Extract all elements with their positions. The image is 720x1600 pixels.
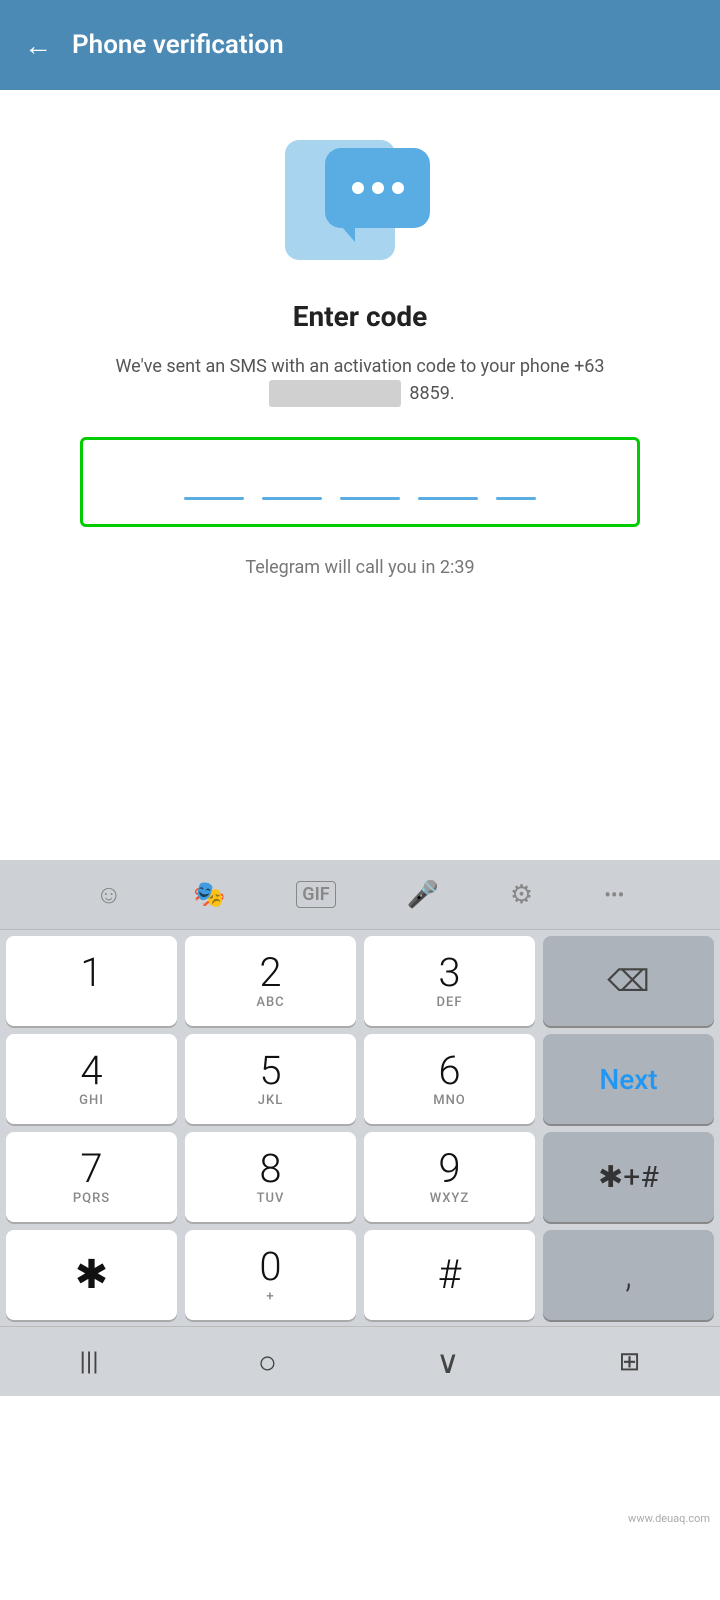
key-0-sub: + <box>266 1289 274 1304</box>
page-title: Phone verification <box>72 30 284 60</box>
keyboard-top-bar: ☺ 🎭 GIF 🎤 ⚙ ••• <box>0 860 720 930</box>
key-4-sub: GHI <box>79 1093 104 1108</box>
key-2[interactable]: 2 ABC <box>185 936 356 1026</box>
key-row-3: 7 PQRS 8 TUV 9 WXYZ ✱+# <box>6 1132 714 1222</box>
key-7-sub: PQRS <box>73 1191 110 1206</box>
dash-5 <box>496 497 536 500</box>
dot3 <box>392 182 404 194</box>
key-8-label: 8 <box>259 1149 281 1189</box>
key-1-sub <box>89 995 93 1010</box>
key-next[interactable]: Next <box>543 1034 714 1124</box>
call-timer: Telegram will call you in 2:39 <box>245 557 474 578</box>
key-1[interactable]: 1 <box>6 936 177 1026</box>
key-row-2: 4 GHI 5 JKL 6 MNO Next <box>6 1034 714 1124</box>
phone-masked: ██████████ <box>269 380 401 407</box>
key-row-4: ✱ 0 + # , <box>6 1230 714 1320</box>
app-header: ← Phone verification <box>0 0 720 90</box>
key-8-sub: TUV <box>257 1191 285 1206</box>
keyboard: ☺ 🎭 GIF 🎤 ⚙ ••• 1 2 ABC 3 DEF ⌫ <box>0 860 720 1396</box>
sms-description: We've sent an SMS with an activation cod… <box>40 353 680 407</box>
key-rows: 1 2 ABC 3 DEF ⌫ 4 GHI 5 JKL <box>0 930 720 1326</box>
more-icon[interactable]: ••• <box>604 883 624 907</box>
key-8[interactable]: 8 TUV <box>185 1132 356 1222</box>
dot2 <box>372 182 384 194</box>
phone-suffix: 8859. <box>405 383 455 404</box>
key-2-sub: ABC <box>256 995 284 1010</box>
next-label: Next <box>599 1063 657 1096</box>
key-6-sub: MNO <box>433 1093 466 1108</box>
sms-desc-pre: We've sent an SMS with an activation cod… <box>115 356 574 377</box>
key-1-label: 1 <box>80 953 102 993</box>
dash-3 <box>340 497 400 500</box>
main-content: Enter code We've sent an SMS with an act… <box>0 90 720 618</box>
nav-keyboard-icon[interactable]: ⊞ <box>619 1347 641 1377</box>
dash-2 <box>262 497 322 500</box>
key-0-label: 0 <box>259 1247 281 1287</box>
backspace-icon: ⌫ <box>607 964 649 999</box>
dash-4 <box>418 497 478 500</box>
key-5-label: 5 <box>259 1051 281 1091</box>
nav-back-icon[interactable]: ||| <box>80 1347 99 1377</box>
watermark: www.deuaq.com <box>628 1512 710 1525</box>
key-backspace[interactable]: ⌫ <box>543 936 714 1026</box>
key-3[interactable]: 3 DEF <box>364 936 535 1026</box>
key-star-label: ✱ <box>75 1255 109 1295</box>
key-5[interactable]: 5 JKL <box>185 1034 356 1124</box>
key-hash[interactable]: # <box>364 1230 535 1320</box>
code-dashes <box>103 497 617 500</box>
key-comma[interactable]: , <box>543 1230 714 1320</box>
key-7-label: 7 <box>80 1149 102 1189</box>
key-2-label: 2 <box>259 953 281 993</box>
mic-icon[interactable]: 🎤 <box>407 880 439 910</box>
nav-home-icon[interactable]: ○ <box>258 1343 277 1381</box>
key-hash-label: # <box>438 1255 461 1295</box>
key-9-label: 9 <box>438 1149 460 1189</box>
key-9[interactable]: 9 WXYZ <box>364 1132 535 1222</box>
nav-recents-icon[interactable]: ∨ <box>436 1343 459 1381</box>
dot1 <box>352 182 364 194</box>
symbol-label: ✱+# <box>598 1160 659 1195</box>
code-input-field[interactable] <box>80 437 640 527</box>
chat-bubble-icon <box>325 148 430 228</box>
key-6-label: 6 <box>438 1051 460 1091</box>
key-4-label: 4 <box>80 1051 102 1091</box>
dash-1 <box>184 497 244 500</box>
key-symbol-toggle[interactable]: ✱+# <box>543 1132 714 1222</box>
comma-label: , <box>625 1254 632 1296</box>
sticker-icon[interactable]: 🎭 <box>193 880 225 910</box>
nav-bar: ||| ○ ∨ ⊞ <box>0 1326 720 1396</box>
enter-code-title: Enter code <box>293 300 428 333</box>
key-3-sub: DEF <box>437 995 463 1010</box>
emoji-icon[interactable]: ☺ <box>95 879 122 910</box>
key-row-1: 1 2 ABC 3 DEF ⌫ <box>6 936 714 1026</box>
key-6[interactable]: 6 MNO <box>364 1034 535 1124</box>
back-button[interactable]: ← <box>24 29 52 62</box>
key-0[interactable]: 0 + <box>185 1230 356 1320</box>
sms-icon <box>280 130 440 270</box>
gif-icon[interactable]: GIF <box>296 881 335 908</box>
phone-prefix: +63 <box>574 356 604 377</box>
key-7[interactable]: 7 PQRS <box>6 1132 177 1222</box>
key-3-label: 3 <box>438 953 460 993</box>
key-4[interactable]: 4 GHI <box>6 1034 177 1124</box>
key-5-sub: JKL <box>258 1093 283 1108</box>
key-star[interactable]: ✱ <box>6 1230 177 1320</box>
key-9-sub: WXYZ <box>430 1191 469 1206</box>
settings-icon[interactable]: ⚙ <box>510 880 533 910</box>
